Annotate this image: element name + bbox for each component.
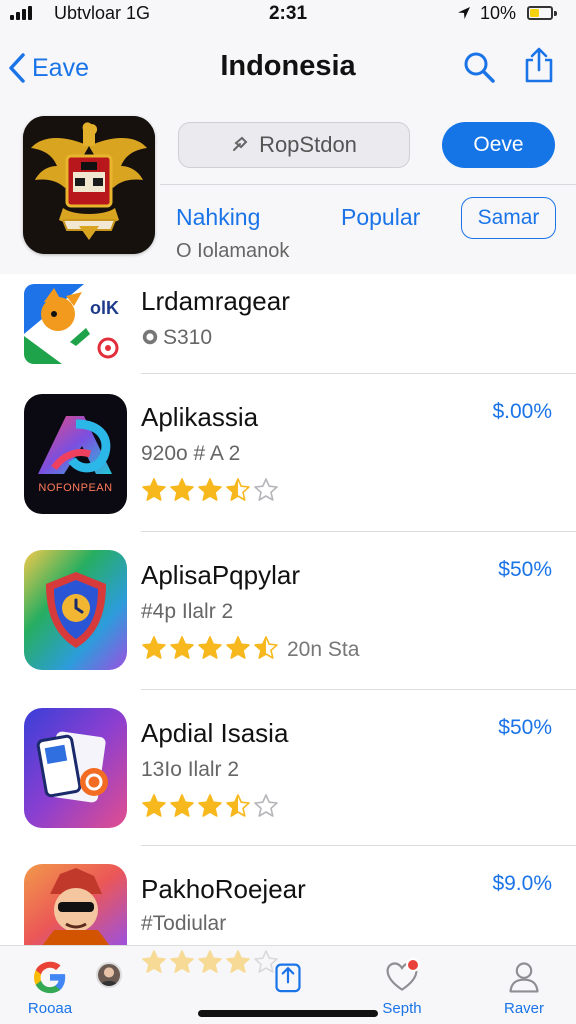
sparkle-icon [233, 136, 248, 151]
app-subtitle: #Todiular [141, 912, 227, 935]
star-icon [141, 635, 167, 666]
app-price[interactable]: $9.0% [492, 872, 552, 896]
person-icon [502, 956, 546, 998]
app-icon-0: olK [24, 284, 127, 364]
star-icon [169, 635, 195, 666]
star-icon [141, 949, 167, 980]
star-rating [141, 477, 279, 508]
star-icon [253, 635, 279, 666]
header-subtitle: O Iolamanok [176, 240, 290, 262]
app-title: PakhoRoejear [141, 874, 306, 904]
tab-home-label: Rooaa [27, 1000, 73, 1017]
star-icon [197, 477, 223, 508]
star-rating [141, 793, 279, 824]
star-icon [197, 635, 223, 666]
tab-ranking[interactable]: Nahking [176, 204, 260, 231]
star-icon [197, 793, 223, 824]
app-price[interactable]: $50% [498, 558, 552, 582]
notification-badge [406, 958, 420, 972]
app-title: Lrdamragear [141, 286, 290, 316]
garuda-app-icon[interactable] [23, 116, 155, 254]
tab-profile-label: Raver [503, 1000, 544, 1017]
avatar[interactable] [96, 962, 122, 988]
app-title: Aplikassia [141, 402, 259, 432]
search-placeholder: RopStdon [259, 132, 357, 157]
app-subtitle: S310 [141, 326, 212, 350]
list-item[interactable]: olK Lrdamragear S310 [0, 274, 576, 374]
tab-search[interactable]: Septh [372, 946, 432, 1024]
svg-text:olK: olK [90, 298, 119, 318]
star-icon [197, 949, 223, 980]
star-icon [225, 635, 251, 666]
share-icon[interactable] [522, 46, 556, 84]
app-title: AplisaPqpylar [141, 560, 300, 590]
list-item[interactable]: PakhoRoejear $9.0% #Todiular [0, 846, 576, 946]
list-item[interactable]: AplisaPqpylar $50% #4p Ilalr 2 20n Sta [0, 532, 576, 690]
ratings-count: 20n Sta [287, 638, 360, 661]
document-phone-icon [24, 708, 127, 828]
star-icon [169, 793, 195, 824]
shield-clock-icon [24, 550, 127, 670]
app-subtitle: 13Io Ilalr 2 [141, 758, 240, 781]
star-rating [141, 949, 279, 980]
icon-caption: NOFONPEAN [38, 482, 113, 494]
search-icon[interactable] [462, 50, 496, 84]
person-photo-icon [99, 967, 119, 986]
app-subtitle: 920o # A 2 [141, 442, 241, 465]
header-divider [160, 184, 576, 185]
star-icon [253, 793, 279, 824]
list-item[interactable]: Apdial Isasia $50% 13Io Ilalr 2 [0, 690, 576, 846]
tab-same[interactable]: Samar [461, 197, 556, 239]
app-price[interactable]: $50% [498, 716, 552, 740]
get-button[interactable]: Oeve [442, 122, 555, 168]
tab-home[interactable]: Rooaa [20, 946, 80, 1024]
app-icon-3 [24, 708, 127, 828]
app-price[interactable]: $.00% [492, 400, 552, 424]
star-icon [141, 793, 167, 824]
star-icon [225, 477, 251, 508]
star-rating: 20n Sta [141, 635, 360, 666]
location-icon [458, 7, 470, 19]
star-icon [253, 477, 279, 508]
gradient-a-logo-icon [24, 394, 127, 514]
fox-logo-icon: olK [24, 284, 127, 364]
heart-icon [380, 956, 424, 998]
tab-search-label: Septh [382, 1000, 422, 1017]
character-avatar-icon [24, 864, 127, 946]
home-indicator[interactable] [198, 1010, 378, 1017]
app-subtitle: #4p Ilalr 2 [141, 600, 234, 623]
battery-icon [527, 6, 557, 20]
google-g-icon [28, 956, 72, 998]
app-icon-2 [24, 550, 127, 670]
battery-percent: 10% [480, 3, 517, 23]
download-dot-icon [142, 329, 158, 345]
tab-profile[interactable]: Raver [494, 946, 554, 1024]
star-icon [141, 477, 167, 508]
navigation-bar: Eave Indonesia [0, 28, 576, 112]
app-icon-1: NOFONPEAN [24, 394, 127, 514]
star-icon [225, 793, 251, 824]
app-title: Apdial Isasia [141, 718, 289, 748]
star-icon [225, 949, 251, 980]
star-icon [169, 477, 195, 508]
status-bar: Ubtvloar 1G 2:31 10% [0, 0, 576, 28]
tab-popular[interactable]: Popular [341, 204, 420, 231]
garuda-emblem-icon [23, 116, 155, 254]
search-input[interactable]: RopStdon [178, 122, 410, 168]
star-icon [169, 949, 195, 980]
share-icon [266, 956, 310, 998]
app-icon-4 [24, 864, 127, 946]
list-item[interactable]: NOFONPEAN Aplikassia $.00% 920o # A 2 [0, 374, 576, 532]
